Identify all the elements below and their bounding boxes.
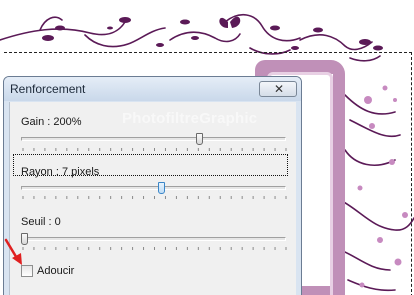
seuil-slider-ticks	[22, 247, 287, 250]
gain-slider-track[interactable]	[21, 137, 286, 141]
rayon-focus-rect	[13, 154, 288, 176]
rayon-slider-track[interactable]	[21, 186, 286, 190]
gain-slider-ticks	[22, 148, 287, 151]
gain-slider-thumb[interactable]	[196, 133, 204, 145]
adoucir-label[interactable]: Adoucir	[37, 265, 74, 277]
close-button[interactable]: ✕	[259, 81, 297, 97]
seuil-label: Seuil : 0	[21, 216, 61, 228]
rayon-slider-ticks	[22, 196, 287, 199]
watermark: PhotofiltreGraphic	[122, 110, 258, 127]
close-icon: ✕	[274, 82, 285, 96]
gain-label: Gain : 200%	[21, 116, 82, 128]
rayon-slider-thumb[interactable]	[157, 182, 165, 194]
dialog-titlebar[interactable]: Renforcement ✕	[4, 77, 301, 101]
red-arrow-icon	[4, 238, 22, 265]
seuil-slider-track[interactable]	[21, 237, 286, 241]
dialog-title: Renforcement	[10, 82, 86, 96]
